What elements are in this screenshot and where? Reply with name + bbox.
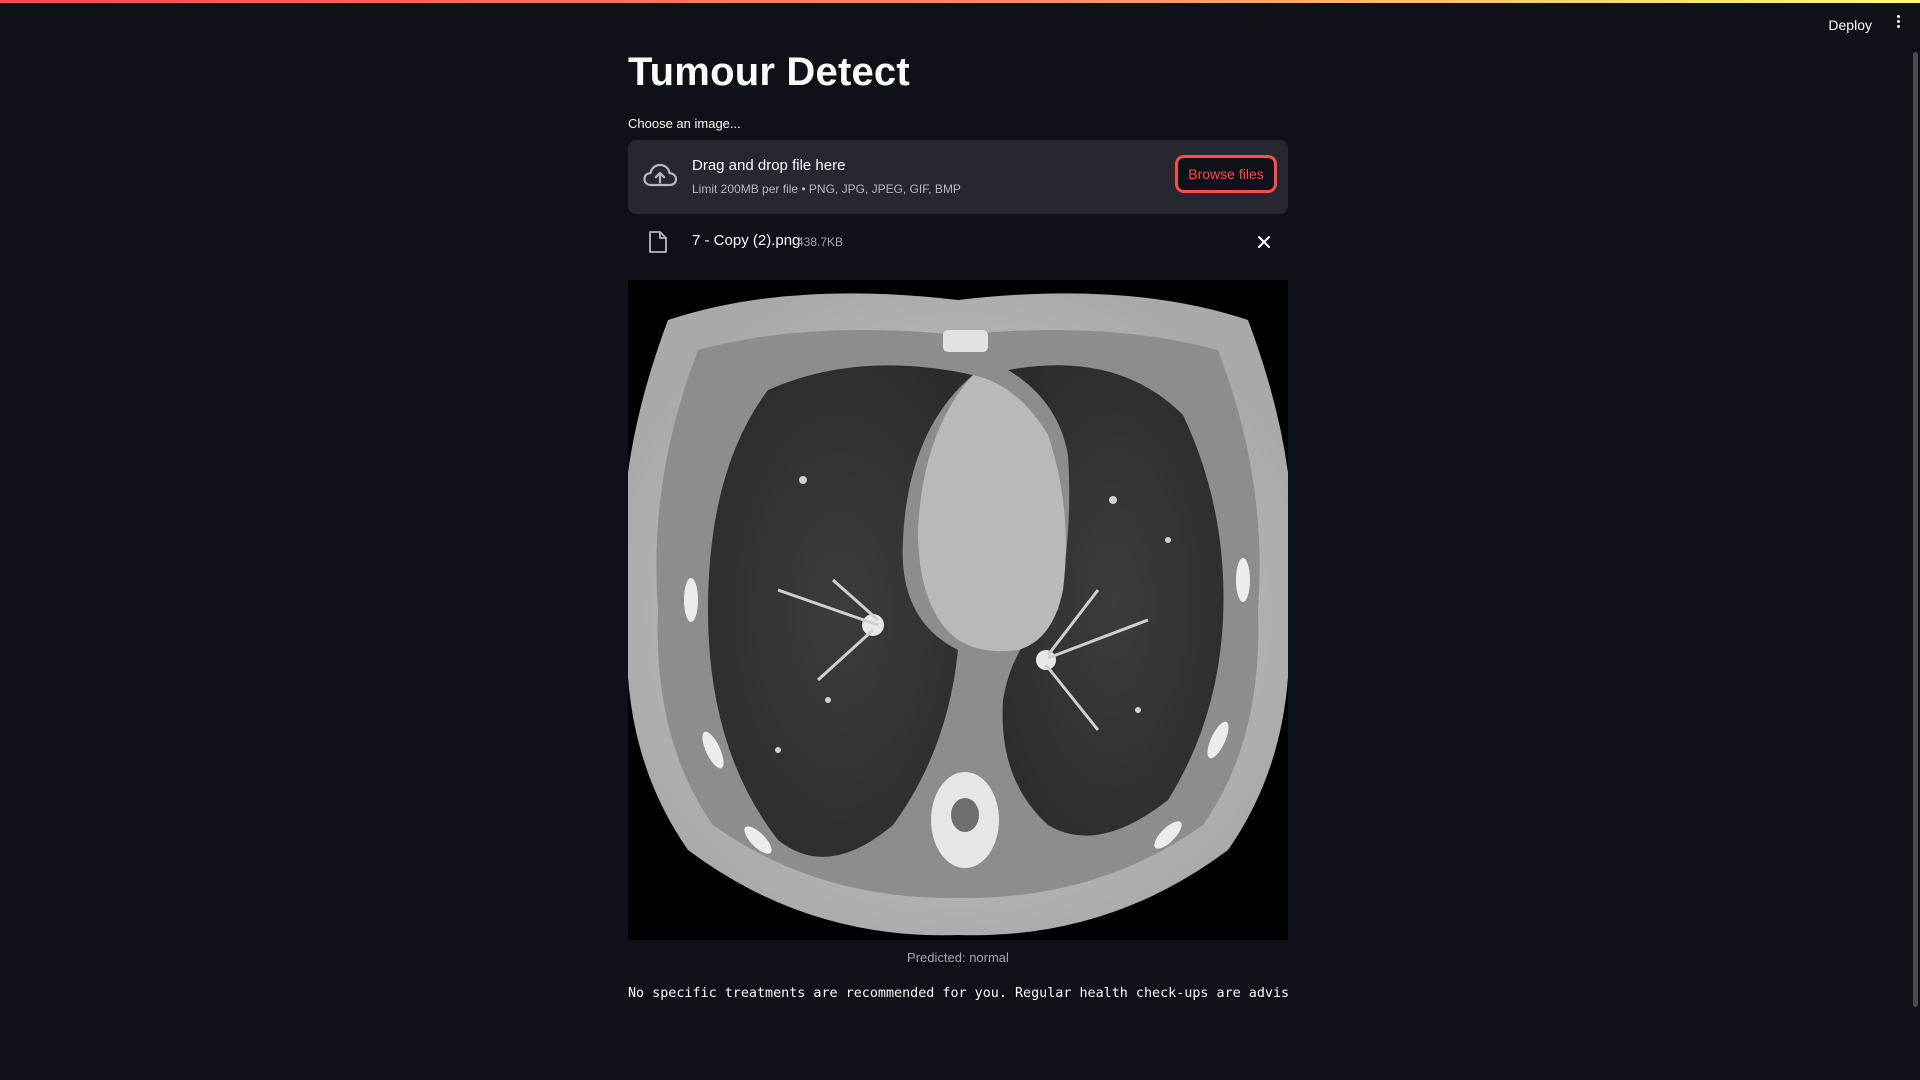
more-vertical-icon[interactable]: [1890, 13, 1906, 37]
image-caption: Predicted: normal: [907, 950, 1009, 965]
file-icon: [649, 231, 667, 253]
uploader-label: Choose an image...: [628, 116, 741, 131]
recommendation-text: No specific treatments are recommended f…: [628, 986, 1288, 1001]
uploaded-file-item: 7 - Copy (2).png 438.7KB: [628, 226, 1288, 258]
cloud-upload-icon: [643, 163, 678, 187]
dropzone-hint: Limit 200MB per file • PNG, JPG, JPEG, G…: [692, 182, 961, 196]
file-size: 438.7KB: [797, 235, 844, 249]
file-dropzone[interactable]: Drag and drop file here Limit 200MB per …: [628, 140, 1288, 214]
dropzone-title: Drag and drop file here: [692, 157, 846, 174]
app-header: Deploy: [0, 3, 1920, 43]
page-title: Tumour Detect: [628, 50, 910, 94]
browse-files-button[interactable]: Browse files: [1177, 157, 1275, 191]
ct-scan-illustration: [628, 280, 1288, 940]
deploy-button[interactable]: Deploy: [1820, 13, 1880, 37]
file-name: 7 - Copy (2).png: [692, 232, 801, 249]
scrollbar[interactable]: [1913, 52, 1918, 1007]
close-icon[interactable]: [1256, 234, 1272, 250]
ct-scan-image: [628, 280, 1288, 940]
